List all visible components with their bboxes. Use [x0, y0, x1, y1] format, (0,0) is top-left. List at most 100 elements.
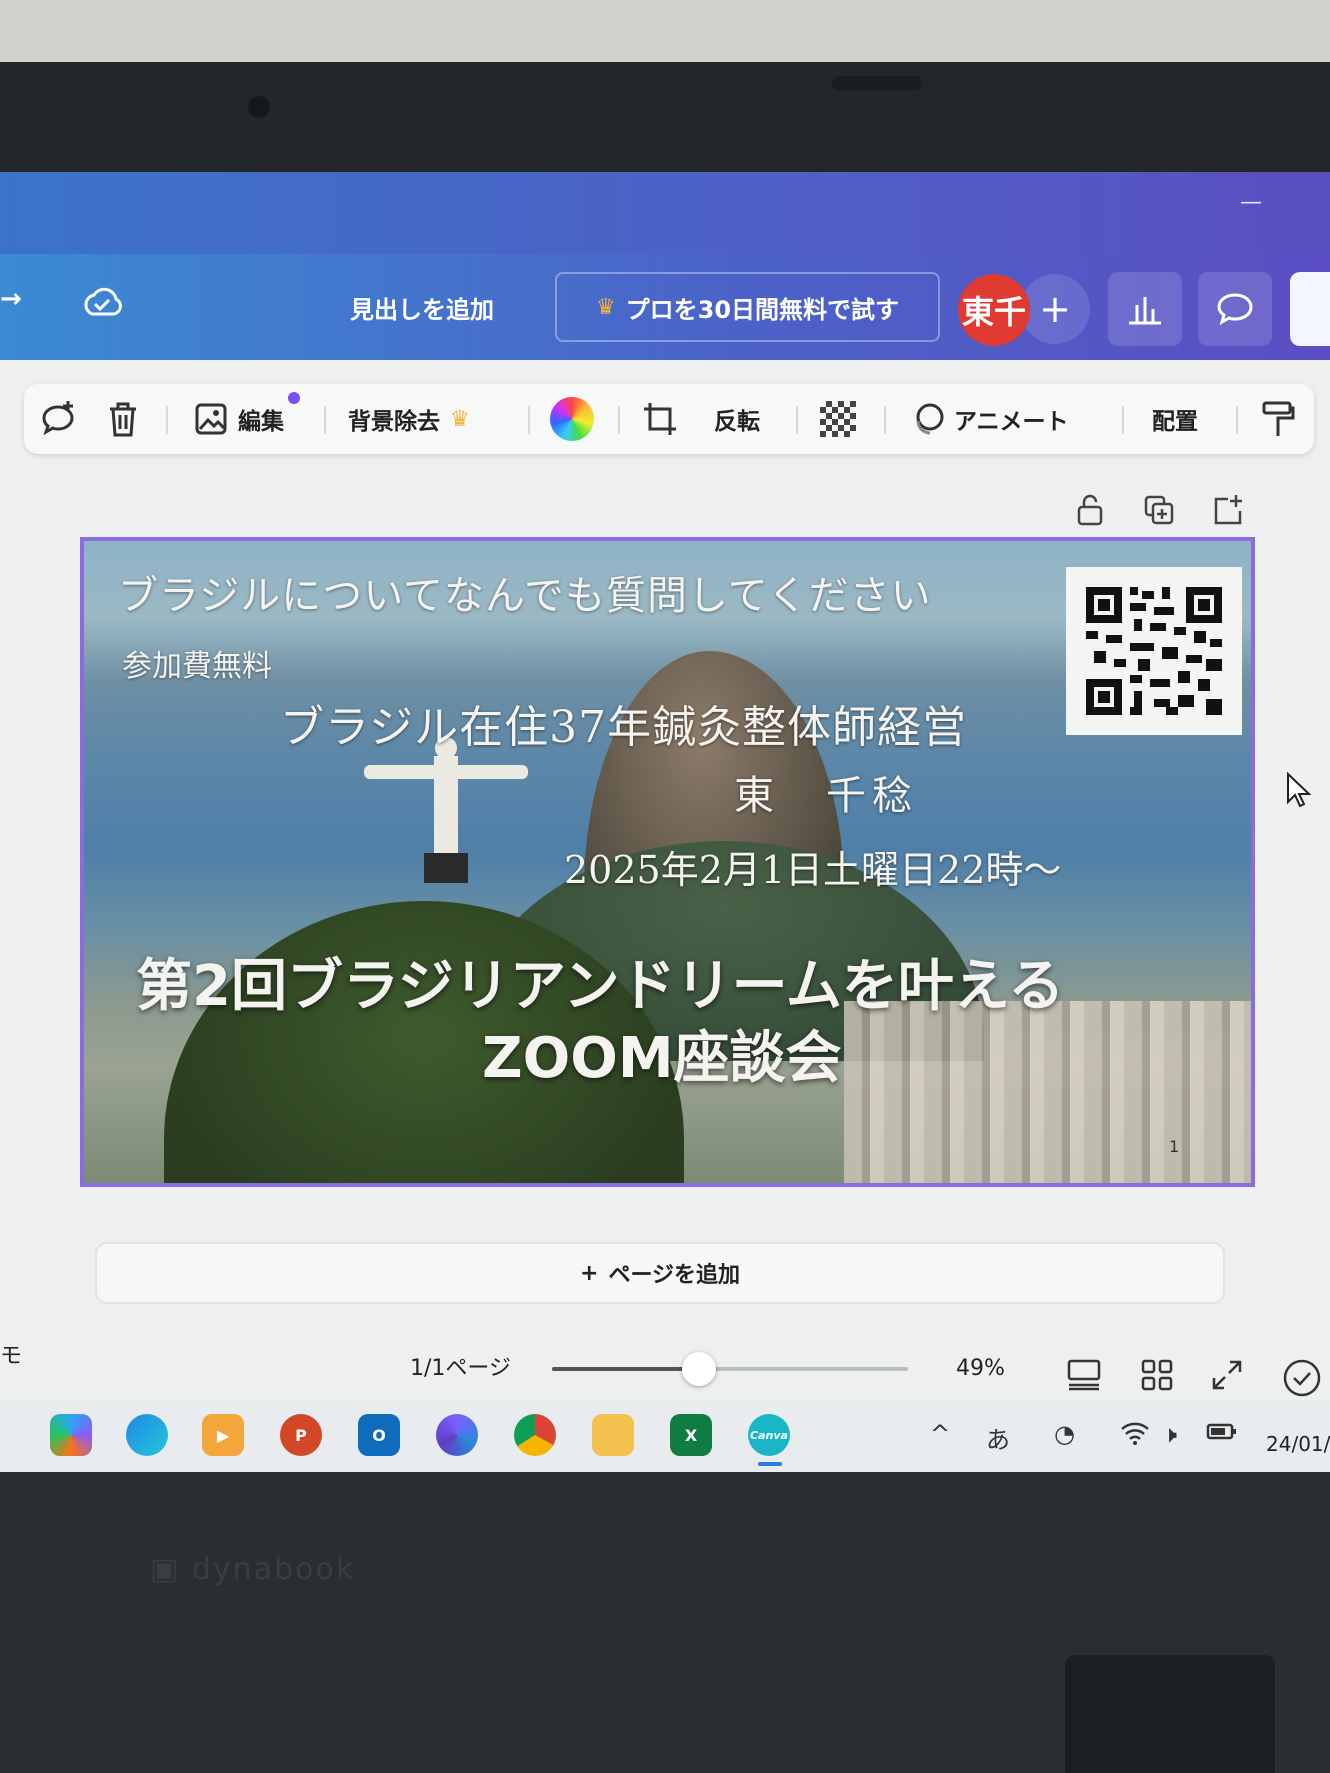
presenter-name[interactable]: 東 千稔	[734, 763, 918, 821]
wifi-icon[interactable]	[1120, 1420, 1150, 1452]
remove-bg-label: 背景除去	[348, 409, 440, 435]
context-toolbar: 編集 背景除去 ♛ 反転 アニメート 配置	[24, 384, 1314, 454]
paint-roller-icon[interactable]	[1260, 384, 1296, 454]
toolbar-separator	[166, 406, 168, 434]
toolbar-separator	[1236, 406, 1238, 434]
comment-add-icon[interactable]	[38, 384, 78, 454]
headline-line-1[interactable]: 第2回ブラジリアンドリームを叶える	[136, 941, 1064, 1022]
powerpoint-icon[interactable]: P	[280, 1414, 322, 1456]
flip-button[interactable]: 反転	[714, 384, 760, 454]
laptop-hinge	[1065, 1655, 1275, 1773]
clock-date[interactable]: 24/01/	[1266, 1432, 1330, 1456]
insights-button[interactable]	[1108, 272, 1182, 346]
design-slide[interactable]: ブラジルについてなんでも質問してください 参加費無料 ブラジル在住37年鍼灸整体…	[80, 537, 1255, 1187]
pro-trial-button[interactable]: ♛ プロを30日間無料で試す	[555, 272, 940, 342]
active-app-indicator	[758, 1462, 782, 1466]
status-bar: モ 1/1ページ 49%	[0, 1332, 1330, 1392]
outlook-icon[interactable]: O	[358, 1414, 400, 1456]
add-page-label: ページを追加	[608, 1263, 740, 1288]
toolbar-separator	[1122, 406, 1124, 434]
crop-icon[interactable]	[640, 384, 680, 454]
transparency-icon	[820, 401, 856, 437]
invite-plus-button[interactable]: +	[1020, 274, 1090, 344]
mouse-cursor-icon	[1286, 771, 1312, 812]
comment-icon	[1217, 293, 1253, 326]
bar-chart-icon	[1129, 297, 1161, 325]
minimize-button[interactable]: —	[1240, 190, 1262, 215]
laptop-bezel-top	[0, 62, 1330, 172]
image-edit-icon	[195, 403, 227, 435]
toolbar-separator	[884, 406, 886, 434]
edit-label: 編集	[238, 409, 284, 435]
event-datetime[interactable]: 2025年2月1日土曜日22時～	[564, 839, 1061, 894]
copilot-icon[interactable]	[50, 1414, 92, 1456]
clipchamp-icon[interactable]: ▶	[202, 1414, 244, 1456]
toolbar-separator	[528, 406, 530, 434]
lock-icon[interactable]	[1074, 492, 1106, 528]
qr-code-pattern	[1086, 587, 1222, 715]
toolbar-separator	[618, 406, 620, 434]
animate-label: アニメート	[954, 409, 1069, 435]
comment-button[interactable]	[1198, 272, 1272, 346]
background-wall	[0, 0, 1330, 70]
duplicate-page-icon[interactable]	[1142, 492, 1176, 528]
remove-background-button[interactable]: 背景除去 ♛	[348, 384, 470, 454]
plus-icon: +	[580, 1260, 599, 1286]
toolbar-separator	[796, 406, 798, 434]
free-fee-text[interactable]: 参加費無料	[122, 641, 272, 685]
arrange-button[interactable]: 配置	[1152, 384, 1198, 454]
notes-button[interactable]: モ	[0, 1338, 22, 1370]
laptop-screen: — → 見出しを追加 ♛ プロを30日間無料で試す + 東千 編集 背景除去 ♛…	[0, 172, 1330, 1472]
canva-icon[interactable]: Canva	[748, 1414, 790, 1456]
page-indicator[interactable]: 1/1ページ	[410, 1350, 511, 1382]
animate-icon	[916, 403, 944, 435]
zoom-level[interactable]: 49%	[956, 1356, 1005, 1381]
transparency-button[interactable]	[820, 384, 856, 454]
statue-base	[424, 853, 468, 883]
cloud-check-icon[interactable]	[80, 284, 124, 324]
qr-code[interactable]	[1066, 567, 1242, 735]
notification-dot	[288, 392, 300, 404]
arrow-right-icon[interactable]: →	[0, 284, 22, 314]
add-page-icon[interactable]	[1210, 492, 1244, 528]
bezel-notch	[832, 76, 922, 90]
zoom-slider-fill	[552, 1367, 700, 1371]
check-circle-icon[interactable]	[1282, 1358, 1322, 1402]
add-page-button[interactable]: + ページを追加	[95, 1242, 1225, 1304]
user-avatar[interactable]: 東千	[958, 274, 1030, 346]
edit-image-button[interactable]: 編集	[192, 384, 284, 454]
windows-taskbar: ▶ P O X Canva ^ あ ◔ 🕨 24/01/	[0, 1400, 1330, 1472]
webcam	[248, 96, 270, 118]
page-view-icon[interactable]	[1066, 1358, 1102, 1396]
edge-icon[interactable]	[126, 1414, 168, 1456]
trash-icon[interactable]	[106, 384, 140, 454]
crown-icon: ♛	[450, 406, 470, 432]
tray-chevron-up-icon[interactable]: ^	[930, 1420, 950, 1448]
add-heading-button[interactable]: 見出しを追加	[350, 290, 494, 325]
color-button[interactable]	[550, 384, 594, 454]
chrome-icon[interactable]	[514, 1414, 556, 1456]
presenter-description[interactable]: ブラジル在住37年鍼灸整体師経営	[280, 691, 967, 755]
laptop-brand-logo: ▣ dynabook	[150, 1552, 356, 1587]
share-button[interactable]	[1290, 272, 1330, 346]
color-wheel-icon	[550, 397, 594, 441]
volume-icon[interactable]: 🕨	[1162, 1420, 1177, 1448]
city-buildings	[844, 1001, 1251, 1183]
zoom-slider-thumb[interactable]	[682, 1352, 716, 1386]
toolbar-separator	[324, 406, 326, 434]
grid-view-icon[interactable]	[1140, 1358, 1174, 1396]
window-titlebar: —	[0, 172, 1330, 254]
file-explorer-icon[interactable]	[592, 1414, 634, 1456]
m365-icon[interactable]	[436, 1414, 478, 1456]
focus-icon[interactable]: ◔	[1054, 1420, 1075, 1448]
crown-icon: ♛	[595, 294, 616, 320]
canva-top-toolbar: → 見出しを追加 ♛ プロを30日間無料で試す + 東千	[0, 254, 1330, 360]
fullscreen-icon[interactable]	[1210, 1358, 1244, 1396]
ime-indicator[interactable]: あ	[986, 1420, 1010, 1455]
excel-icon[interactable]: X	[670, 1414, 712, 1456]
headline-line-2[interactable]: ZOOM座談会	[482, 1013, 842, 1094]
question-text[interactable]: ブラジルについてなんでも質問してください	[118, 563, 932, 621]
animate-button[interactable]: アニメート	[908, 384, 1069, 454]
battery-icon[interactable]	[1206, 1420, 1238, 1448]
christ-statue	[434, 756, 458, 856]
